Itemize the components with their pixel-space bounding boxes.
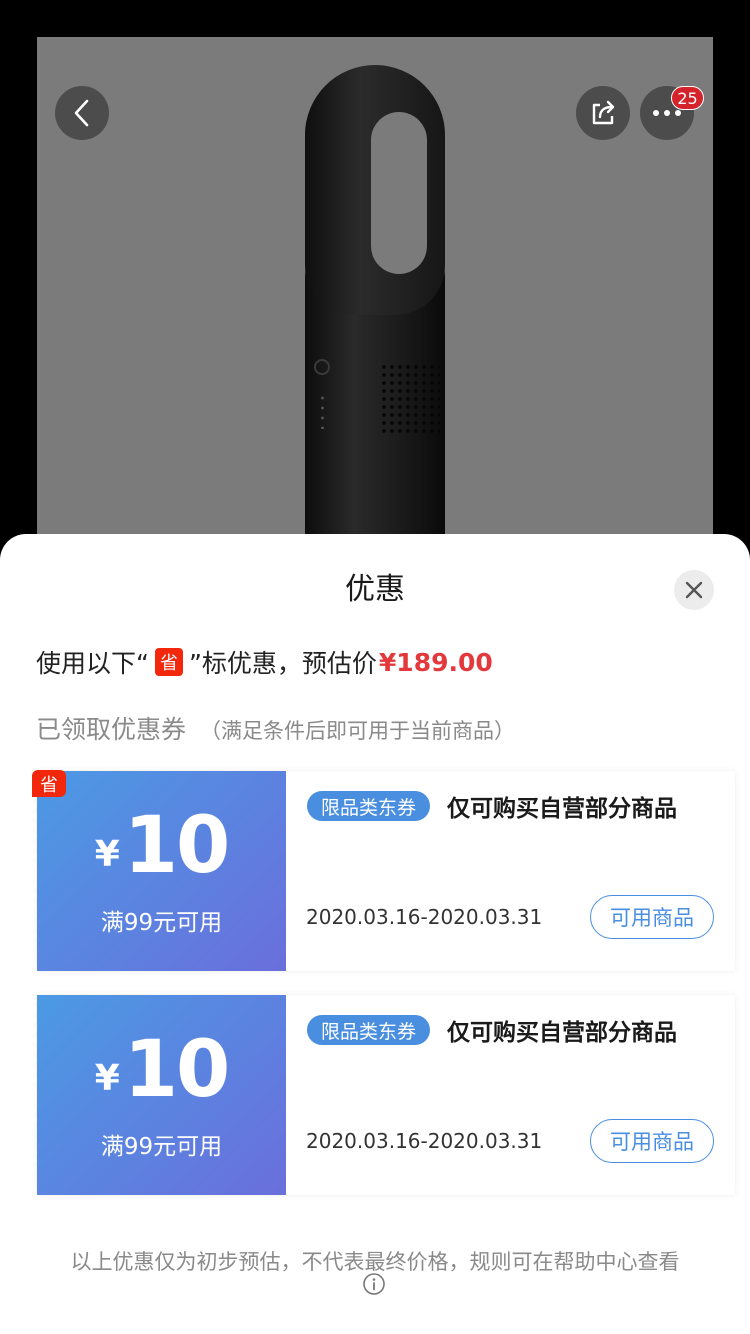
coupon-currency: ¥ [94,834,120,875]
back-button[interactable] [55,86,109,140]
close-icon [685,581,703,599]
sheng-corner-badge: 省 [32,770,66,797]
coupon-date-range: 2020.03.16-2020.03.31 [306,1129,543,1153]
coupon-currency: ¥ [94,1058,120,1099]
coupon-amount: ¥10 [37,1025,286,1115]
message-count-badge: 25 [671,86,704,110]
available-products-button[interactable]: 可用商品 [590,895,714,939]
close-button[interactable] [674,570,714,610]
coupon-amount: ¥10 [37,801,286,891]
coupon-card[interactable]: 省 ¥10 满99元可用 限品类东券 仅可购买自营部分商品 2020.03.16… [32,770,735,971]
sheet-title: 优惠 [345,572,405,607]
vacuum-power-button [314,359,330,375]
coupon-description: 仅可购买自营部分商品 [447,796,677,822]
coupon-value-panel: ¥10 满99元可用 [33,771,286,971]
more-dots-icon [653,110,681,116]
available-products-button[interactable]: 可用商品 [590,1119,714,1163]
coupon-type-tag: 限品类东券 [307,1015,431,1045]
section-main-label: 已领取优惠券 [36,715,187,744]
estimate-price-line: 使用以下“ 省 ”标优惠，预估价 ¥189.00 [36,644,493,680]
coupon-description: 仅可购买自营部分商品 [447,1020,677,1046]
share-button[interactable] [576,86,630,140]
section-sub-label: （满足条件后即可用于当前商品） [200,719,516,743]
share-icon [592,100,615,125]
coupon-amount-value: 10 [123,1025,231,1115]
estimate-price: ¥189.00 [378,647,493,677]
discount-sheet: 优惠 使用以下“ 省 ”标优惠，预估价 ¥189.00 已领取优惠券 （满足条件后… [0,534,750,1334]
coupon-card[interactable]: ¥10 满99元可用 限品类东券 仅可购买自营部分商品 2020.03.16-2… [33,995,735,1195]
back-arrow-icon [74,99,89,127]
coupon-type-tag: 限品类东券 [307,791,431,821]
coupon-condition: 满99元可用 [100,1134,223,1160]
estimate-suffix: ”标优惠，预估价 [188,649,377,678]
estimate-prefix: 使用以下“ [36,649,149,678]
coupon-amount-value: 10 [123,801,231,891]
coupon-date-range: 2020.03.16-2020.03.31 [306,905,543,929]
sheng-tag: 省 [154,648,183,676]
info-icon[interactable] [362,1272,386,1296]
vacuum-handle-hole [371,112,427,274]
vacuum-indicator-dots [321,393,324,429]
coupon-condition: 满99元可用 [100,910,223,936]
vacuum-grille [380,363,440,433]
coupon-value-panel: ¥10 满99元可用 [33,995,286,1195]
claimed-coupons-label: 已领取优惠券 （满足条件后即可用于当前商品） [36,710,515,746]
